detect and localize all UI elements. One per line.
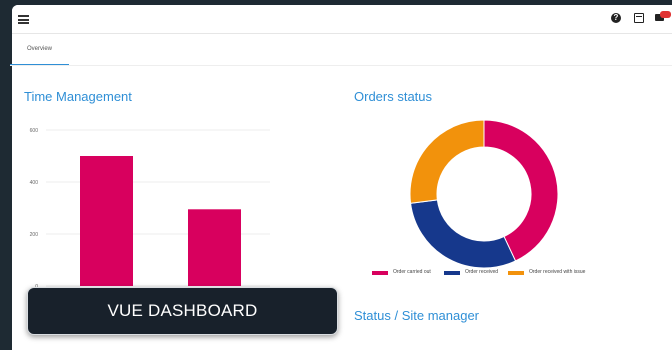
top-bar: ? bbox=[12, 5, 672, 34]
legend-swatch bbox=[508, 271, 524, 275]
orders-status-chart bbox=[409, 119, 559, 269]
legend-swatch bbox=[444, 271, 460, 275]
tab-overview[interactable]: Overview bbox=[10, 38, 69, 66]
donut-slice[interactable] bbox=[409, 119, 485, 204]
time-management-chart: 6004002000 bbox=[30, 128, 270, 290]
legend-label: Order carried out bbox=[393, 269, 431, 275]
bar[interactable] bbox=[80, 156, 133, 286]
legend-label: Order received with issue bbox=[529, 269, 586, 275]
donut-slice[interactable] bbox=[410, 199, 517, 269]
orders-status-legend: Order carried out Order received Order rec… bbox=[360, 268, 640, 278]
top-right-icons: ? bbox=[604, 11, 672, 27]
time-management-title: Time Management bbox=[24, 89, 132, 104]
vue-dashboard-banner[interactable]: VUE DASHBOARD bbox=[27, 287, 338, 335]
y-tick-label: 600 bbox=[30, 128, 39, 134]
notification-badge bbox=[660, 11, 671, 18]
tab-divider bbox=[10, 65, 672, 66]
calendar-icon[interactable] bbox=[634, 13, 644, 23]
menu-icon[interactable] bbox=[18, 15, 29, 24]
legend-swatch bbox=[372, 271, 388, 275]
legend-label: Order received bbox=[465, 269, 499, 275]
y-tick-label: 400 bbox=[30, 180, 39, 186]
bar[interactable] bbox=[188, 209, 241, 286]
orders-status-title: Orders status bbox=[354, 89, 433, 104]
status-site-manager-title: Status / Site manager bbox=[354, 308, 480, 323]
help-icon[interactable]: ? bbox=[611, 13, 621, 23]
y-tick-label: 200 bbox=[30, 232, 39, 238]
